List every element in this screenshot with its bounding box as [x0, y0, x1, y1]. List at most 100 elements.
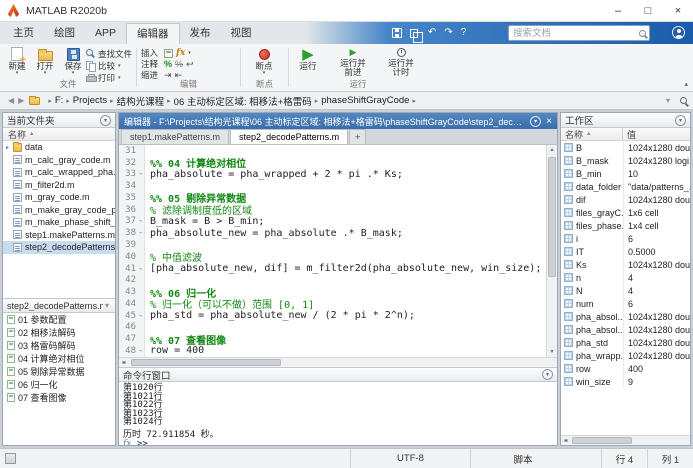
variable-row[interactable]: i 6	[561, 232, 690, 245]
redo-icon[interactable]: ↷	[444, 26, 452, 40]
help-icon[interactable]: ?	[461, 26, 467, 40]
scroll-down-icon[interactable]: ▾	[547, 347, 557, 357]
comment-icon[interactable]: %	[164, 59, 172, 69]
new-button[interactable]: 新建 ▾	[3, 46, 31, 76]
file-row[interactable]: step2_decodePatterns.m	[3, 241, 115, 254]
variable-row[interactable]: pha_wrapp... 1024x1280 dou...	[561, 349, 690, 362]
variable-row[interactable]: row 400	[561, 362, 690, 375]
section-item[interactable]: 01 参数配置	[3, 313, 115, 326]
variable-row[interactable]: num 6	[561, 297, 690, 310]
scroll-right-icon[interactable]: ▸	[119, 358, 129, 367]
file-row[interactable]: m_calc_wrapped_pha...	[3, 166, 115, 179]
variable-row[interactable]: pha_absol... 1024x1280 dou...	[561, 310, 690, 323]
chevron-down-icon[interactable]: ▾	[664, 96, 672, 105]
scroll-right-icon[interactable]: ▸	[561, 436, 571, 445]
wrap-comments-icon[interactable]: ↩	[186, 59, 194, 70]
variable-row[interactable]: dif 1024x1280 dou...	[561, 193, 690, 206]
back-icon[interactable]: ◀	[6, 96, 16, 105]
close-button[interactable]: ×	[663, 0, 693, 21]
run-button[interactable]: ▶ 运行	[292, 46, 324, 71]
editor-tab[interactable]: step2_decodePatterns.m	[230, 129, 349, 144]
scrollbar-thumb[interactable]	[572, 437, 632, 444]
variable-row[interactable]: files_phase... 1x4 cell	[561, 219, 690, 232]
scrollbar-thumb[interactable]	[131, 359, 281, 366]
file-row[interactable]: m_filter2d.m	[3, 179, 115, 192]
file-row[interactable]: m_make_gray_code_pa...	[3, 204, 115, 217]
section-item[interactable]: 06 归一化	[3, 378, 115, 391]
variable-row[interactable]: N 4	[561, 284, 690, 297]
ribbon-tab[interactable]: 发布	[180, 23, 221, 44]
workspace-horizontal-scrollbar[interactable]: ◂ ▸	[561, 435, 690, 445]
browse-folder-icon[interactable]	[29, 95, 41, 105]
section-item[interactable]: 05 剔除异常数据	[3, 365, 115, 378]
editor-vertical-scrollbar[interactable]: ▴ ▾	[546, 145, 557, 357]
section-item[interactable]: 04 计算绝对相位	[3, 352, 115, 365]
ribbon-tab[interactable]: APP	[85, 23, 126, 44]
ribbon-tab[interactable]: 主页	[3, 23, 44, 44]
details-header[interactable]: step2_decodePatterns.m ▾	[3, 298, 115, 313]
panel-menu-icon[interactable]: ▾	[542, 369, 553, 380]
editor-title-bar[interactable]: 编辑器 - F:\Projects\结构光课程\06 主动标定区域: 相移法+格…	[119, 113, 557, 129]
uncomment-icon[interactable]: %	[175, 59, 183, 69]
minimize-button[interactable]: –	[603, 0, 633, 21]
section-item[interactable]: 07 查看图像	[3, 391, 115, 404]
command-window[interactable]: 第1020行 第1021行 第1022行 第1023行 第1024行 历时 72.9118…	[119, 382, 557, 445]
fx-icon[interactable]: fx	[123, 439, 137, 445]
variable-row[interactable]: files_grayC... 1x6 cell	[561, 206, 690, 219]
file-row[interactable]: ▸ data	[3, 141, 115, 154]
breadcrumb-segment[interactable]: ▸ Projects	[63, 95, 107, 106]
expander-icon[interactable]: ▸	[6, 144, 13, 151]
section-item[interactable]: 02 相移法解码	[3, 326, 115, 339]
new-tab-button[interactable]: +	[349, 129, 367, 144]
panel-menu-icon[interactable]: ▾	[530, 115, 542, 127]
file-row[interactable]: step1.makePatterns.m	[3, 229, 115, 242]
variable-row[interactable]: B_mask 1024x1280 logi...	[561, 154, 690, 167]
variable-row[interactable]: pha_std 1024x1280 dou...	[561, 336, 690, 349]
breadcrumb-segment[interactable]: ▸ phaseShiftGrayCode	[312, 95, 410, 106]
ribbon-tab[interactable]: 绘图	[44, 23, 85, 44]
variable-row[interactable]: IT 0.5000	[561, 245, 690, 258]
file-row[interactable]: m_gray_code.m	[3, 191, 115, 204]
save-icon[interactable]	[392, 28, 402, 38]
section-item[interactable]: 03 格雷码解码	[3, 339, 115, 352]
undo-icon[interactable]: ↶	[428, 26, 436, 40]
layout-icon[interactable]	[5, 453, 16, 464]
search-icon[interactable]	[639, 29, 646, 37]
command-prompt-row[interactable]: fx >>	[123, 439, 557, 445]
breadcrumb-segment[interactable]: ▸ F:	[45, 95, 63, 106]
variable-row[interactable]: win_size 9	[561, 375, 690, 388]
search-input[interactable]	[509, 27, 639, 39]
ribbon-tab[interactable]: 编辑器	[126, 23, 180, 44]
search-folder-icon[interactable]	[680, 97, 687, 104]
code-editor[interactable]: 31 32 %% 04 计算绝对相位 33- pha_absolute = ph…	[119, 145, 546, 357]
breadcrumb-segment[interactable]: ▸ 06 主动标定区域: 相移法+格雷码	[164, 94, 312, 108]
scrollbar-thumb[interactable]	[548, 157, 556, 277]
breakpoints-button[interactable]: 断点 ▾	[250, 46, 278, 76]
insert-section-icon[interactable]	[164, 48, 173, 58]
value-column-header[interactable]: 值	[623, 128, 690, 140]
run-time-button[interactable]: 运行并计时	[379, 46, 423, 77]
name-column-header[interactable]: 名称 ▲	[561, 128, 623, 140]
ribbon-tab[interactable]: 视图	[221, 23, 262, 44]
editor-horizontal-scrollbar[interactable]: ◂ ▸	[119, 357, 557, 367]
find-files-button[interactable]: 查找文件	[86, 48, 136, 59]
comment-row[interactable]: 注释 % % ↩	[141, 59, 194, 70]
sign-in-icon[interactable]	[672, 26, 685, 39]
variable-row[interactable]: Ks 1024x1280 dou...	[561, 258, 690, 271]
insert-function-icon[interactable]: fx	[176, 48, 185, 58]
close-icon[interactable]: ×	[546, 116, 552, 127]
insert-row[interactable]: 插入 fx ▾	[141, 48, 191, 58]
forward-icon[interactable]: ▶	[16, 96, 26, 105]
editor-tab[interactable]: step1.makePatterns.m	[121, 129, 230, 144]
variable-row[interactable]: pha_absol... 1024x1280 dou...	[561, 323, 690, 336]
variable-row[interactable]: B_min 10	[561, 167, 690, 180]
maximize-button[interactable]: □	[633, 0, 663, 21]
name-column-header[interactable]: 名称 ▲	[3, 128, 115, 141]
panel-menu-icon[interactable]: ▾	[675, 114, 686, 126]
breadcrumb-segment[interactable]: ▸ 结构光课程	[107, 94, 164, 108]
run-advance-button[interactable]: ▶ 运行并前进	[331, 46, 375, 77]
file-row[interactable]: m_make_phase_shift_p...	[3, 216, 115, 229]
compare-button[interactable]: 比较 ▾	[86, 60, 136, 72]
collapse-ribbon-icon[interactable]: ▴	[684, 80, 688, 88]
open-button[interactable]: 打开 ▾	[31, 46, 59, 76]
